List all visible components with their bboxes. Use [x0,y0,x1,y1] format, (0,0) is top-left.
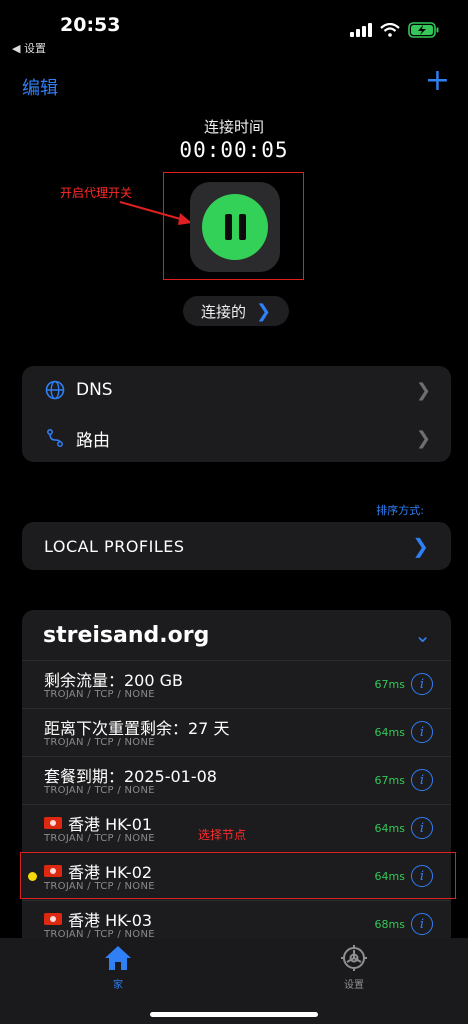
info-icon[interactable]: i [411,673,433,695]
edit-button[interactable]: 编辑 [22,74,58,100]
node-name: 距离下次重置剩余：27 天 [44,715,229,739]
node-protocol: TROJAN / TCP / NONE [44,785,155,796]
back-to-settings-link[interactable]: ◀ 设置 [12,40,46,56]
settings-card: DNS ❯ 路由 ❯ [22,366,451,462]
server-group-header[interactable]: streisand.org ⌄ [22,610,451,660]
node-protocol: TROJAN / TCP / NONE [44,689,155,700]
chevron-right-icon: ❯ [415,379,431,401]
node-latency: 68ms [374,918,405,931]
local-profiles-row[interactable]: LOCAL PROFILES ❯ [22,522,451,570]
node-latency: 67ms [374,774,405,787]
annotation-node-box [20,852,456,899]
selected-node-indicator [28,872,37,881]
chevron-right-icon: ❯ [415,427,431,449]
status-icons [350,22,440,38]
server-group-title: streisand.org [43,622,210,648]
connection-status-pill[interactable]: 连接的 ❯ [183,296,289,326]
info-icon[interactable]: i [411,913,433,935]
routing-row[interactable]: 路由 ❯ [22,414,451,462]
add-button[interactable]: + [425,66,450,96]
chevron-right-icon: ❯ [412,534,429,558]
node-name-text: 剩余流量：200 GB [44,671,184,690]
node-row[interactable]: 套餐到期：2025-01-08 TROJAN / TCP / NONE 67ms i [22,756,451,804]
node-protocol: TROJAN / TCP / NONE [44,833,155,844]
chevron-down-icon[interactable]: ⌄ [414,623,431,647]
node-latency: 64ms [374,822,405,835]
info-icon[interactable]: i [411,817,433,839]
chevron-right-icon: ❯ [255,300,272,322]
annotation-node-note: 选择节点 [198,828,247,842]
info-icon[interactable]: i [411,721,433,743]
tab-home[interactable]: 家 [88,944,148,991]
node-name: 剩余流量：200 GB [44,667,183,691]
dns-label: DNS [76,380,113,400]
node-list: 剩余流量：200 GB TROJAN / TCP / NONE 67ms i 距离下次重… [22,660,451,948]
route-icon [44,427,66,449]
status-time: 20:53 [60,14,121,36]
tab-settings[interactable]: 设置 [324,944,384,991]
signal-icon [350,23,372,37]
gear-icon [341,945,367,971]
node-row[interactable]: 剩余流量：200 GB TROJAN / TCP / NONE 67ms i [22,660,451,708]
battery-charging-icon [408,22,439,38]
node-name-text: 套餐到期：2025-01-08 [44,767,217,786]
connection-timer: 00:00:05 [179,138,289,162]
routing-label: 路由 [76,430,110,451]
proxy-toggle-tile[interactable] [190,182,280,272]
info-icon[interactable]: i [411,769,433,791]
house-icon [105,946,131,970]
connection-time-label: 连接时间 [203,118,264,136]
node-latency: 67ms [374,678,405,691]
server-group-card: streisand.org ⌄ 剩余流量：200 GB TROJAN / TCP … [22,610,451,950]
node-name-text: 香港 HK-03 [68,911,153,930]
pause-button[interactable] [202,194,268,260]
tab-settings-label: 设置 [344,980,364,991]
node-row[interactable]: 距离下次重置剩余：27 天 TROJAN / TCP / NONE 64ms i [22,708,451,756]
status-bar: 20:53 ◀ 设置 [0,0,468,56]
globe-icon [44,379,66,401]
home-indicator [150,1012,318,1017]
sort-method-button[interactable]: 排序方式: [376,502,424,518]
connection-status-label: 连接的 [200,302,246,321]
node-protocol: TROJAN / TCP / NONE [44,737,155,748]
pause-icon [224,214,232,240]
node-name: 香港 HK-03 [44,907,152,931]
local-profiles-label: LOCAL PROFILES [44,536,185,556]
node-name: 套餐到期：2025-01-08 [44,763,217,787]
hong-kong-flag-icon [44,913,62,925]
node-latency: 64ms [374,726,405,739]
tab-home-label: 家 [113,980,123,991]
node-name: 香港 HK-01 [44,811,152,835]
hong-kong-flag-icon [44,817,62,829]
node-name-text: 距离下次重置剩余：27 天 [44,719,230,738]
dns-row[interactable]: DNS ❯ [22,366,451,414]
wifi-icon [380,23,400,37]
node-name-text: 香港 HK-01 [68,815,153,834]
